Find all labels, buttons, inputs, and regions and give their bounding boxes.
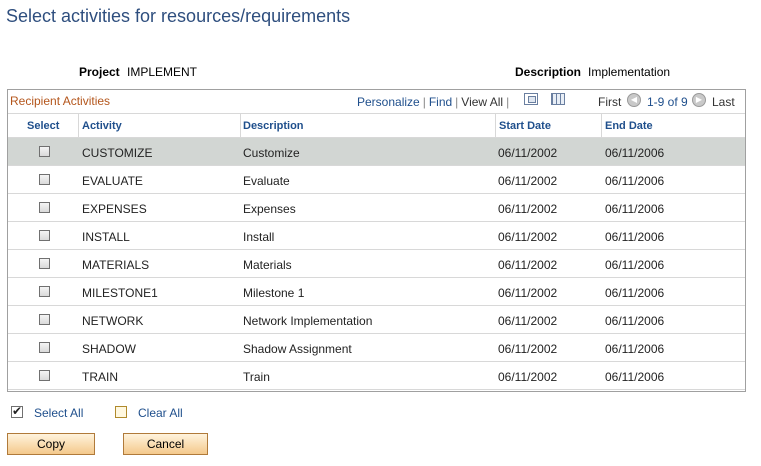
description-cell: Network Implementation bbox=[243, 314, 373, 328]
grid-header: Recipient Activities Personalize | Find | Vi… bbox=[8, 90, 745, 113]
next-arrow-icon[interactable]: ▶ bbox=[692, 93, 706, 107]
cancel-button[interactable]: Cancel bbox=[123, 433, 208, 455]
end-date-cell: 06/11/2006 bbox=[605, 174, 665, 188]
select-all-link[interactable]: Select All bbox=[34, 406, 83, 420]
nav-separator: | bbox=[422, 95, 426, 109]
column-divider bbox=[495, 114, 496, 137]
end-date-cell: 06/11/2006 bbox=[605, 342, 665, 356]
description-cell: Customize bbox=[243, 146, 300, 160]
project-value: IMPLEMENT bbox=[127, 65, 198, 79]
activity-cell: CUSTOMIZE bbox=[82, 146, 153, 160]
grid-title: Recipient Activities bbox=[10, 94, 111, 108]
select-checkbox[interactable] bbox=[39, 342, 50, 353]
start-date-cell: 06/11/2002 bbox=[498, 146, 558, 160]
nav-separator: | bbox=[506, 95, 510, 109]
select-checkbox[interactable] bbox=[39, 370, 50, 381]
select-checkbox[interactable] bbox=[39, 202, 50, 213]
table-row[interactable]: NETWORK Network Implementation 06/11/200… bbox=[8, 306, 745, 334]
description-cell: Shadow Assignment bbox=[243, 342, 352, 356]
table-row[interactable]: EXPENSES Expenses 06/11/2002 06/11/2006 bbox=[8, 194, 745, 222]
first-label: First bbox=[598, 95, 622, 109]
last-label: Last bbox=[712, 95, 735, 109]
table-row[interactable]: MATERIALS Materials 06/11/2002 06/11/200… bbox=[8, 250, 745, 278]
start-date-cell: 06/11/2002 bbox=[498, 202, 558, 216]
activity-cell: INSTALL bbox=[82, 230, 130, 244]
find-link[interactable]: Find bbox=[429, 95, 452, 109]
start-date-cell: 06/11/2002 bbox=[498, 258, 558, 272]
start-date-cell: 06/11/2002 bbox=[498, 230, 558, 244]
clear-all-checkbox-icon[interactable] bbox=[115, 406, 127, 418]
column-header-row: Select Activity Description Start Date E… bbox=[8, 113, 745, 138]
table-row[interactable]: CUSTOMIZE Customize 06/11/2002 06/11/200… bbox=[8, 138, 745, 166]
select-checkbox[interactable] bbox=[39, 314, 50, 325]
table-row[interactable]: EVALUATE Evaluate 06/11/2002 06/11/2006 bbox=[8, 166, 745, 194]
download-grid-icon[interactable] bbox=[551, 93, 565, 105]
description-value: Implementation bbox=[588, 65, 671, 79]
grid-nav: Personalize | Find | View All | bbox=[357, 95, 512, 109]
end-date-cell: 06/11/2006 bbox=[605, 314, 665, 328]
column-divider bbox=[601, 114, 602, 137]
start-date-cell: 06/11/2002 bbox=[498, 286, 558, 300]
select-checkbox[interactable] bbox=[39, 286, 50, 297]
end-date-cell: 06/11/2006 bbox=[605, 286, 665, 300]
start-date-cell: 06/11/2002 bbox=[498, 174, 558, 188]
description-cell: Milestone 1 bbox=[243, 286, 305, 300]
column-divider bbox=[240, 114, 241, 137]
start-date-cell: 06/11/2002 bbox=[498, 342, 558, 356]
description-cell: Expenses bbox=[243, 202, 296, 216]
select-all-checkbox-icon[interactable] bbox=[11, 404, 23, 418]
table-row[interactable]: TRAIN Train 06/11/2002 06/11/2006 bbox=[8, 362, 745, 390]
previous-arrow-icon[interactable]: ◀ bbox=[627, 93, 641, 107]
project-label: Project bbox=[79, 65, 120, 79]
column-header-start-date[interactable]: Start Date bbox=[499, 120, 551, 132]
start-date-cell: 06/11/2002 bbox=[498, 314, 558, 328]
activity-cell: MILESTONE1 bbox=[82, 286, 158, 300]
nav-separator: | bbox=[455, 95, 459, 109]
copy-button[interactable]: Copy bbox=[7, 433, 95, 455]
column-header-select[interactable]: Select bbox=[27, 120, 59, 132]
end-date-cell: 06/11/2006 bbox=[605, 146, 665, 160]
activity-cell: NETWORK bbox=[82, 314, 144, 328]
recipient-activities-grid: Recipient Activities Personalize | Find | Vi… bbox=[7, 89, 746, 392]
description-cell: Evaluate bbox=[243, 174, 290, 188]
end-date-cell: 06/11/2006 bbox=[605, 230, 665, 244]
table-row[interactable]: SHADOW Shadow Assignment 06/11/2002 06/1… bbox=[8, 334, 745, 362]
end-date-cell: 06/11/2006 bbox=[605, 370, 665, 384]
page-title: Select activities for resources/requirem… bbox=[6, 6, 351, 26]
description-cell: Install bbox=[243, 230, 275, 244]
column-divider bbox=[78, 114, 79, 137]
clear-all-link[interactable]: Clear All bbox=[138, 406, 183, 420]
view-all-link[interactable]: View All bbox=[461, 95, 503, 109]
start-date-cell: 06/11/2002 bbox=[498, 370, 558, 384]
column-header-end-date[interactable]: End Date bbox=[605, 120, 653, 132]
activity-cell: TRAIN bbox=[82, 370, 118, 384]
select-checkbox[interactable] bbox=[39, 258, 50, 269]
select-checkbox[interactable] bbox=[39, 146, 50, 157]
zoom-icon[interactable] bbox=[524, 93, 538, 105]
table-row[interactable]: INSTALL Install 06/11/2002 06/11/2006 bbox=[8, 222, 745, 250]
table-row[interactable]: MILESTONE1 Milestone 1 06/11/2002 06/11/… bbox=[8, 278, 745, 306]
activity-cell: EVALUATE bbox=[82, 174, 143, 188]
select-checkbox[interactable] bbox=[39, 174, 50, 185]
column-header-activity[interactable]: Activity bbox=[82, 120, 122, 132]
column-header-description[interactable]: Description bbox=[243, 120, 304, 132]
end-date-cell: 06/11/2006 bbox=[605, 258, 665, 272]
personalize-link[interactable]: Personalize bbox=[357, 95, 420, 109]
select-checkbox[interactable] bbox=[39, 230, 50, 241]
activity-cell: EXPENSES bbox=[82, 202, 147, 216]
end-date-cell: 06/11/2006 bbox=[605, 202, 665, 216]
activity-cell: SHADOW bbox=[82, 342, 136, 356]
description-label: Description bbox=[515, 65, 582, 79]
description-cell: Train bbox=[243, 370, 270, 384]
activity-cell: MATERIALS bbox=[82, 258, 150, 272]
range-label: 1-9 of 9 bbox=[647, 95, 688, 109]
description-cell: Materials bbox=[243, 258, 292, 272]
